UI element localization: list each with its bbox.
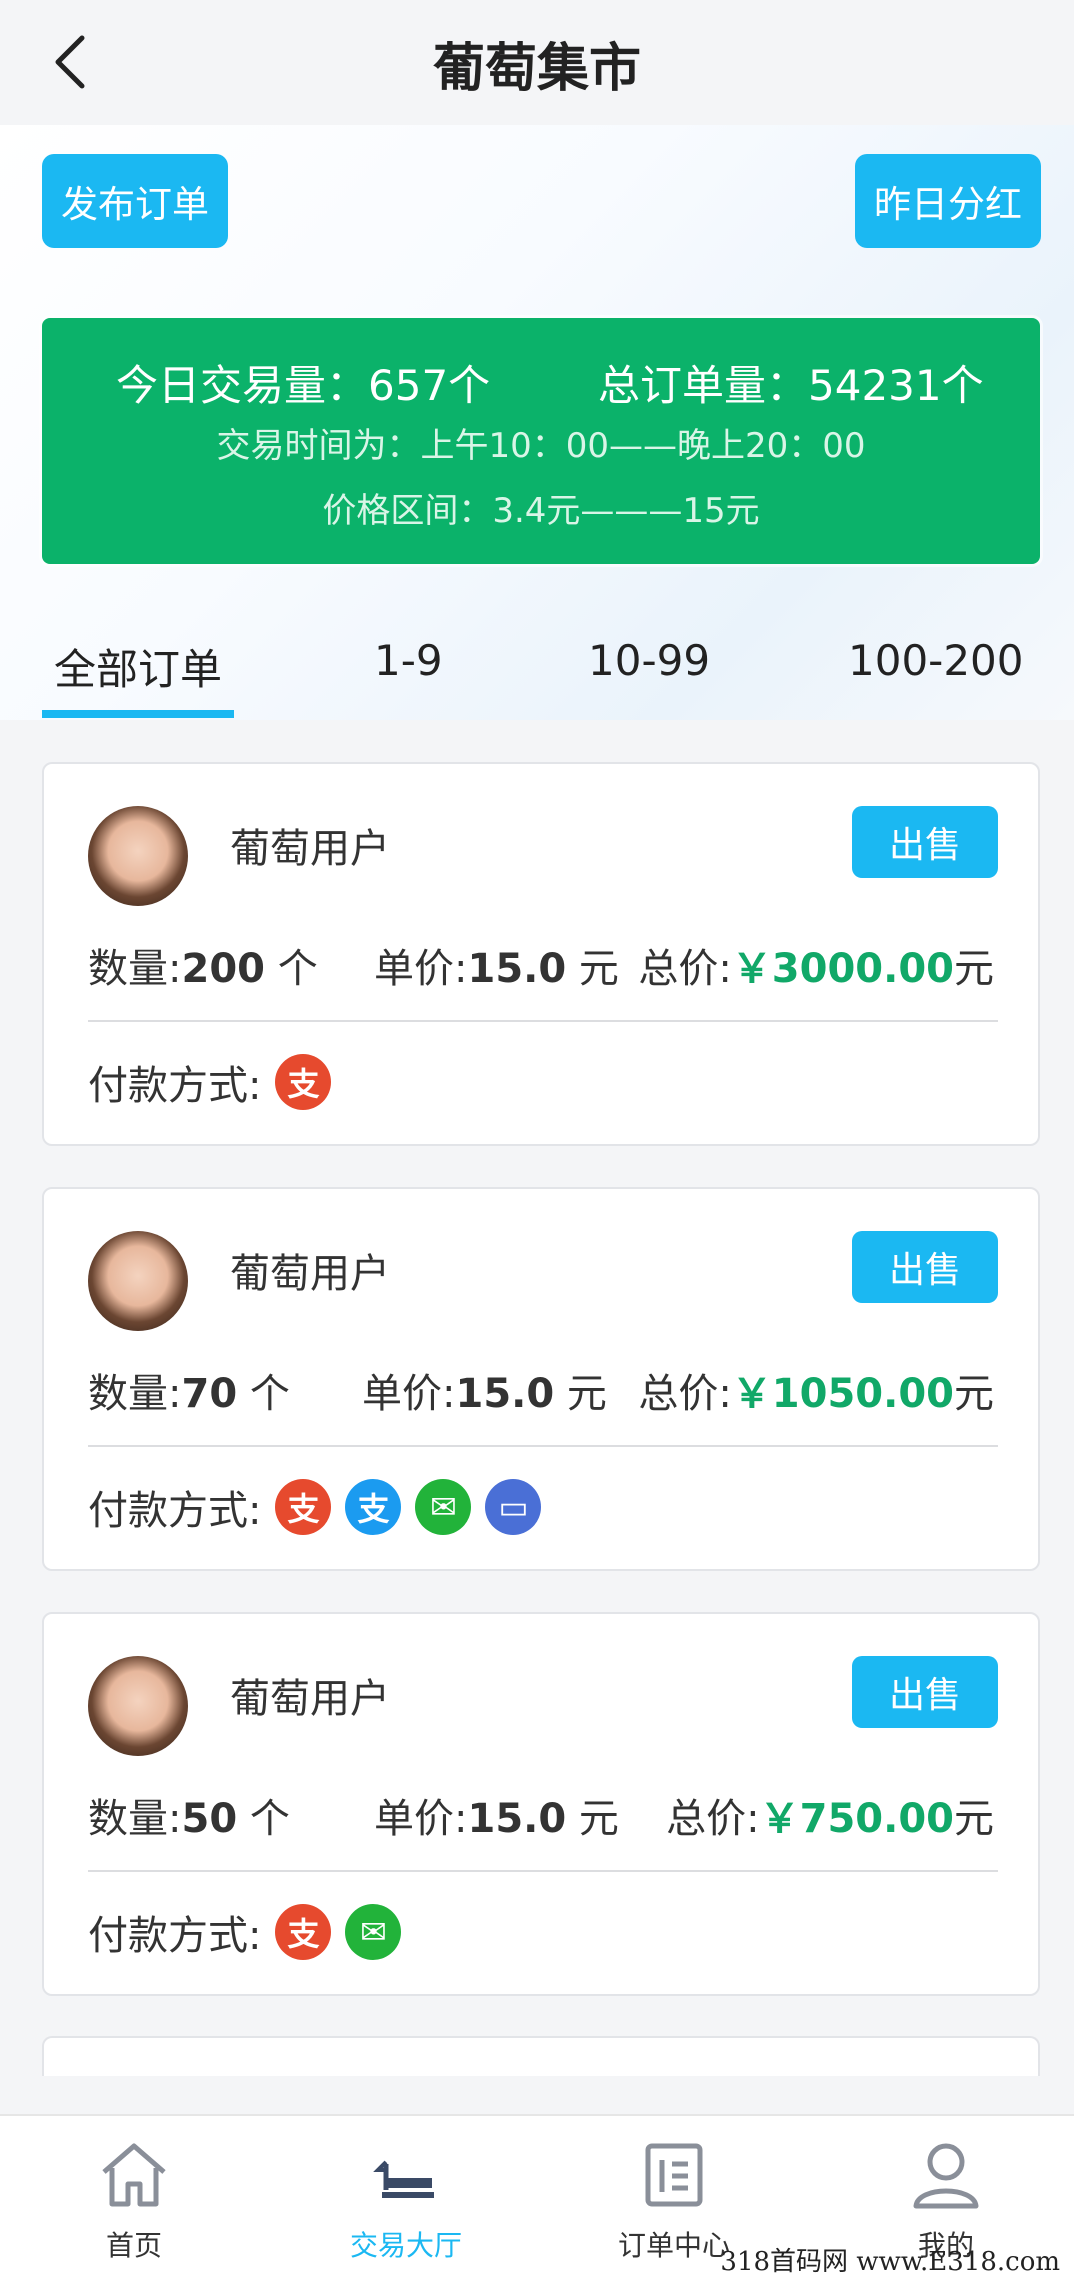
avatar <box>88 1231 188 1331</box>
market-stats-panel: 今日交易量：657个 总订单量：54231个 交易时间为：上午10：00——晚上… <box>42 318 1040 564</box>
unit-price: 单价:15.0 元 <box>374 1796 619 1842</box>
quantity: 数量:200 个 <box>88 946 318 992</box>
payment-methods: 付款方式: 支 ✉ <box>88 1904 402 1960</box>
app-header: 葡萄集市 <box>0 0 1074 125</box>
alipay-icon: 支 <box>345 1479 402 1535</box>
pay-red-icon: 支 <box>275 1479 332 1535</box>
seller-name: 葡萄用户 <box>230 1251 390 1297</box>
payment-methods: 付款方式: 支 支 ✉ ▭ <box>88 1479 542 1535</box>
price-range: 价格区间：3.4元———15元 <box>322 491 760 531</box>
divider <box>88 1020 998 1022</box>
nav-home[interactable]: 首页 <box>34 2134 234 2264</box>
today-volume: 今日交易量：657个 <box>116 361 491 410</box>
yesterday-dividend-button[interactable]: 昨日分红 <box>855 154 1041 248</box>
order-card: 葡萄用户 出售 数量:200 个 单价:15.0 元 总价:￥3000.00元 … <box>42 762 1040 1146</box>
page-title: 葡萄集市 <box>432 39 641 99</box>
order-filter-tabs: 全部订单 1-9 10-99 100-200 <box>0 610 1074 720</box>
tab-1-9[interactable]: 1-9 <box>374 636 443 685</box>
payment-methods: 付款方式: 支 <box>88 1054 332 1110</box>
sell-button[interactable]: 出售 <box>852 806 998 878</box>
trade-time: 交易时间为：上午10：00——晚上20：00 <box>216 426 866 466</box>
total-orders: 总订单量：54231个 <box>598 361 984 410</box>
divider <box>88 1870 998 1872</box>
avatar <box>88 1656 188 1756</box>
tab-all-orders[interactable]: 全部订单 <box>54 636 222 697</box>
home-icon <box>102 2143 166 2207</box>
unit-price: 单价:15.0 元 <box>362 1371 607 1417</box>
avatar <box>88 806 188 906</box>
publish-order-button[interactable]: 发布订单 <box>42 154 228 248</box>
seller-name: 葡萄用户 <box>230 826 390 872</box>
seller-name: 葡萄用户 <box>230 1676 390 1722</box>
total-price: 总价:￥750.00元 <box>666 1796 994 1842</box>
active-tab-indicator <box>42 710 234 718</box>
pay-red-icon: 支 <box>275 1904 332 1960</box>
nav-trade-hall[interactable]: 交易大厅 <box>306 2134 506 2264</box>
quantity: 数量:50 个 <box>88 1796 290 1842</box>
unit-price: 单价:15.0 元 <box>374 946 619 992</box>
wechat-icon: ✉ <box>415 1479 472 1535</box>
trade-hall-icon <box>373 2160 434 2198</box>
order-card: 葡萄用户 出售 数量:50 个 单价:15.0 元 总价:￥750.00元 付款… <box>42 1612 1040 1996</box>
sell-button[interactable]: 出售 <box>852 1231 998 1303</box>
watermark: 318首码网 www.E318.com <box>720 2247 1060 2277</box>
tab-100-200[interactable]: 100-200 <box>848 636 1024 685</box>
profile-icon <box>913 2143 979 2209</box>
tab-10-99[interactable]: 10-99 <box>588 636 710 685</box>
order-card: 葡萄用户 出售 数量:70 个 单价:15.0 元 总价:￥1050.00元 付… <box>42 1187 1040 1571</box>
divider <box>88 1445 998 1447</box>
pay-red-icon: 支 <box>275 1054 332 1110</box>
order-card-partial <box>42 2036 1040 2076</box>
sell-button[interactable]: 出售 <box>852 1656 998 1728</box>
quantity: 数量:70 个 <box>88 1371 290 1417</box>
bank-card-icon: ▭ <box>485 1479 542 1535</box>
wechat-icon: ✉ <box>345 1904 402 1960</box>
total-price: 总价:￥1050.00元 <box>638 1371 994 1417</box>
total-price: 总价:￥3000.00元 <box>638 946 994 992</box>
order-center-icon <box>645 2143 703 2207</box>
